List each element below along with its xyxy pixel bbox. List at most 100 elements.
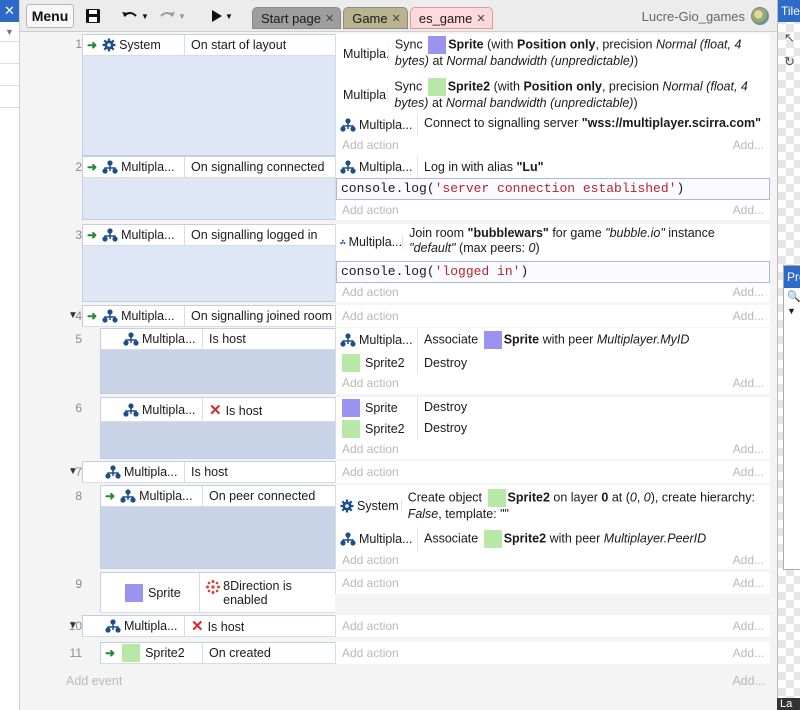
event-block[interactable]: ➜ Multipla... On peer connected System C… <box>100 485 770 569</box>
event-block[interactable]: Multipla... Is host Multipla... Associat… <box>100 328 770 394</box>
actions-area[interactable]: Add action Add... <box>335 615 770 637</box>
add-event-more-button[interactable]: Add... <box>732 674 765 688</box>
condition-row[interactable]: Multipla... Is host <box>83 462 335 483</box>
properties-header[interactable]: Pro <box>784 266 800 288</box>
action-row[interactable]: Multipla... Connect to signalling server… <box>336 114 770 136</box>
action-row[interactable]: Sprite Destroy <box>336 397 770 418</box>
action-row[interactable]: System Create object Sprite2 on layer 0 … <box>336 487 770 525</box>
redo-icon[interactable]: ▼ <box>155 4 189 28</box>
avatar[interactable] <box>751 7 769 25</box>
condition-area[interactable]: Multipla... ✕ Is host <box>100 397 335 459</box>
actions-area[interactable]: Sprite Destroy Sprite2 Destroy Add actio… <box>335 397 770 459</box>
actions-area[interactable]: Add action Add... <box>335 461 770 483</box>
condition-row[interactable]: ➜ Multipla... On peer connected <box>101 486 335 507</box>
close-icon[interactable]: ✕ <box>0 0 19 22</box>
condition-row[interactable]: Multipla... ✕ Is host <box>83 616 335 637</box>
event-block[interactable]: Multipla... ✕ Is host Add action Add... <box>82 615 770 637</box>
actions-area[interactable]: Multipla... Join room "bubblewars" for g… <box>335 224 770 302</box>
event-block[interactable]: Multipla... Is host Add action Add... <box>82 461 770 483</box>
actions-area[interactable]: Add action Add... <box>335 642 770 664</box>
list-item[interactable] <box>0 64 19 86</box>
action-row[interactable]: Multipla... Sync Sprite2 (with Position … <box>336 76 770 114</box>
actions-area[interactable]: Multipla... Sync Sprite (with Position o… <box>335 34 770 156</box>
action-row[interactable]: Sprite2 Destroy <box>336 352 770 374</box>
add-action-button[interactable]: Add action Add... <box>336 136 770 154</box>
condition-area[interactable]: Multipla... Is host <box>82 461 335 483</box>
condition-area[interactable]: ➜ Multipla... On signalling logged in <box>82 224 335 302</box>
action-row[interactable]: Multipla... Sync Sprite (with Position o… <box>336 34 770 74</box>
action-row[interactable]: Multipla... Join room "bubblewars" for g… <box>336 224 770 260</box>
script-block[interactable]: console.log('server connection establish… <box>336 178 770 200</box>
list-item[interactable] <box>0 86 19 108</box>
condition-area[interactable]: Multipla... ✕ Is host <box>82 615 335 637</box>
condition-row[interactable]: ➜ System On start of layout <box>83 35 335 56</box>
condition-area[interactable]: ➜ Multipla... On signalling connected <box>82 156 335 220</box>
actions-area[interactable]: System Create object Sprite2 on layer 0 … <box>335 485 770 569</box>
action-row[interactable]: Multipla... Associate Sprite with peer M… <box>336 328 770 352</box>
tilemap-panel-header[interactable]: Tile <box>778 0 800 22</box>
event-block[interactable]: ➜ Multipla... On signalling logged in Mu… <box>82 224 770 302</box>
condition-row[interactable]: ➜ Multipla... On signalling connected <box>83 157 335 178</box>
collapse-toggle-icon[interactable]: ▼ <box>68 466 78 477</box>
play-icon[interactable]: ▼ <box>205 4 239 28</box>
event-block[interactable]: ➜ Multipla... On signalling connected Mu… <box>82 156 770 220</box>
cursor-icon[interactable]: ↖ <box>784 30 795 46</box>
tab-es-game[interactable]: es_game ✕ <box>409 7 493 29</box>
event-block[interactable]: Multipla... ✕ Is host Sprite Destroy Spri… <box>100 397 770 459</box>
chevron-down-icon[interactable]: ▼ <box>0 22 19 42</box>
collapse-toggle-icon[interactable]: ▼ <box>68 620 78 631</box>
condition-area[interactable]: ➜ Sprite2 On created <box>100 642 335 664</box>
add-action-button[interactable]: Add action Add... <box>336 617 770 635</box>
action-row[interactable]: Multipla... Associate Sprite2 with peer … <box>336 527 770 551</box>
list-item[interactable] <box>0 42 19 64</box>
condition-area[interactable]: ➜ Multipla... On peer connected <box>100 485 335 569</box>
sprite2-thumbnail <box>122 644 141 662</box>
actions-area[interactable]: Add action Add... <box>335 305 770 327</box>
layers-tab[interactable]: La <box>777 698 800 710</box>
actions-area[interactable]: Multipla... Associate Sprite with peer M… <box>335 328 770 394</box>
condition-area[interactable]: ➜ System On start of layout <box>82 34 335 156</box>
close-tab-icon[interactable]: ✕ <box>476 12 485 25</box>
add-action-button[interactable]: Add action Add... <box>336 644 770 662</box>
close-tab-icon[interactable]: ✕ <box>325 12 334 25</box>
user-account[interactable]: Lucre-Gio_games <box>642 7 769 25</box>
actions-area[interactable]: Multipla... Log in with alias "Lu" conso… <box>335 156 770 220</box>
add-action-button[interactable]: Add action Add... <box>336 201 770 219</box>
condition-row[interactable]: ➜ Multipla... On signalling logged in <box>83 225 335 246</box>
add-action-button[interactable]: Add action Add... <box>336 440 770 458</box>
event-block[interactable]: Sprite 8Direction is enabled Add action A… <box>100 572 770 613</box>
collapse-toggle-icon[interactable]: ▼ <box>68 310 78 321</box>
save-icon[interactable] <box>82 4 104 28</box>
condition-row[interactable]: ➜ Sprite2 On created <box>101 643 335 664</box>
undo-icon[interactable]: ▼ <box>118 4 152 28</box>
script-block[interactable]: console.log('logged in') <box>336 261 770 283</box>
add-action-button[interactable]: Add action Add... <box>336 574 770 592</box>
action-row[interactable]: Sprite2 Destroy <box>336 418 770 439</box>
add-action-button[interactable]: Add action Add... <box>336 374 770 392</box>
search-icon[interactable]: 🔍 <box>784 288 800 306</box>
action-row[interactable]: Multipla... Log in with alias "Lu" <box>336 156 770 178</box>
close-tab-icon[interactable]: ✕ <box>392 12 401 25</box>
event-block[interactable]: ➜ Sprite2 On created Add action Add... <box>100 642 770 664</box>
condition-row[interactable]: Multipla... ✕ Is host <box>101 398 335 422</box>
add-action-button[interactable]: Add action Add... <box>336 307 770 325</box>
condition-text: ✕ Is host <box>191 618 245 635</box>
tab-game[interactable]: Game ✕ <box>343 7 408 29</box>
event-block[interactable]: ➜ System On start of layout Multipla... … <box>82 34 770 156</box>
actions-area[interactable]: Add action Add... <box>335 572 770 594</box>
condition-row[interactable]: ➜ Multipla... On signalling joined room <box>83 306 335 327</box>
event-block[interactable]: ➜ Multipla... On signalling joined room … <box>82 305 770 327</box>
chevron-down-icon[interactable]: ▼ <box>784 306 800 316</box>
condition-row[interactable]: Multipla... Is host <box>101 329 335 350</box>
add-action-button[interactable]: Add action Add... <box>336 463 770 481</box>
tab-start-page[interactable]: Start page ✕ <box>252 7 342 29</box>
add-action-button[interactable]: Add action Add... <box>336 551 770 569</box>
add-action-button[interactable]: Add action Add... <box>336 283 770 301</box>
condition-area[interactable]: Multipla... Is host <box>100 328 335 394</box>
condition-area[interactable]: Sprite 8Direction is enabled <box>100 572 335 613</box>
condition-area[interactable]: ➜ Multipla... On signalling joined room <box>82 305 335 327</box>
condition-row[interactable]: Sprite 8Direction is enabled <box>101 573 335 613</box>
rotate-icon[interactable]: ↻ <box>784 54 795 70</box>
add-event-button[interactable]: Add event <box>66 674 122 688</box>
menu-button[interactable]: Menu <box>26 4 74 28</box>
